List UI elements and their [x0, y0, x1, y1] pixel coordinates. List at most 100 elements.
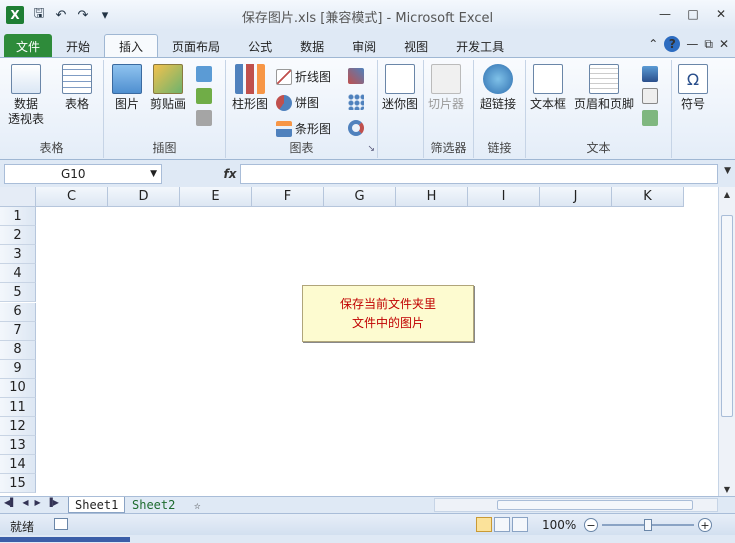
doc-restore-icon[interactable]: ⧉ — [704, 37, 713, 52]
insert-function-icon[interactable]: fx — [220, 164, 240, 184]
tab-developer[interactable]: 开发工具 — [442, 34, 518, 58]
minimize-icon[interactable]: — — [657, 6, 673, 22]
zoom-level[interactable]: 100% — [542, 518, 576, 532]
name-box-value: G10 — [61, 167, 86, 181]
group-symbols: Ω 符号 — [672, 60, 720, 158]
tab-home[interactable]: 开始 — [52, 34, 104, 58]
row-header[interactable]: 7 — [0, 321, 36, 341]
tab-file[interactable]: 文件 — [4, 34, 53, 58]
row-header[interactable]: 14 — [0, 455, 36, 475]
row-header[interactable]: 6 — [0, 302, 36, 322]
row-header[interactable]: 11 — [0, 398, 36, 418]
chevron-down-icon[interactable]: ▼ — [150, 169, 157, 179]
normal-view-icon[interactable] — [476, 517, 492, 532]
page-layout-view-icon[interactable] — [494, 517, 510, 532]
table-button[interactable]: 表格 — [62, 64, 92, 112]
smartart-button[interactable] — [196, 88, 212, 104]
wordart-button[interactable] — [642, 66, 658, 82]
hyperlink-button[interactable]: 超链接 — [480, 64, 516, 112]
vertical-scroll-thumb[interactable] — [721, 215, 733, 417]
scatter-chart-button[interactable] — [348, 94, 364, 110]
tab-review[interactable]: 审阅 — [338, 34, 390, 58]
hyperlink-label: 超链接 — [480, 97, 517, 111]
column-header[interactable]: D — [108, 187, 180, 207]
next-sheet-icon[interactable]: ▶ — [34, 498, 40, 507]
macro-record-icon[interactable] — [54, 518, 68, 530]
last-sheet-icon[interactable]: ▐▶ — [47, 498, 59, 507]
row-header[interactable]: 4 — [0, 264, 36, 284]
line-chart-button[interactable]: 折线图 — [276, 68, 331, 85]
row-header[interactable]: 1 — [0, 207, 36, 227]
tab-data[interactable]: 数据 — [286, 34, 338, 58]
column-header[interactable]: G — [324, 187, 396, 207]
zoom-out-icon[interactable]: − — [584, 518, 598, 532]
row-header[interactable]: 3 — [0, 245, 36, 265]
page-break-view-icon[interactable] — [512, 517, 528, 532]
zoom-slider-knob[interactable] — [644, 519, 652, 531]
help-icon[interactable]: ? — [664, 36, 681, 52]
row-header[interactable]: 13 — [0, 436, 36, 456]
first-sheet-icon[interactable]: ◀▌ — [4, 498, 16, 507]
prev-sheet-icon[interactable]: ◀ — [22, 498, 28, 507]
area-chart-button[interactable] — [348, 68, 364, 84]
formula-input[interactable] — [240, 164, 718, 184]
header-footer-button[interactable]: 页眉和页脚 — [574, 64, 634, 112]
column-header[interactable]: C — [36, 187, 108, 207]
zoom-slider[interactable] — [602, 519, 694, 531]
row-header[interactable]: 15 — [0, 474, 36, 494]
row-header[interactable]: 9 — [0, 359, 36, 379]
sheet-tab-sheet2[interactable]: Sheet2 — [126, 497, 181, 513]
scroll-up-icon[interactable]: ▲ — [719, 187, 735, 201]
signature-line-button[interactable] — [642, 88, 658, 104]
screenshot-button[interactable] — [196, 110, 212, 126]
name-box[interactable]: G10 ▼ — [4, 164, 162, 184]
textbox-button[interactable]: 文本框 — [530, 64, 566, 112]
close-icon[interactable]: ✕ — [713, 6, 729, 22]
row-header[interactable]: 2 — [0, 226, 36, 246]
picture-button[interactable]: 图片 — [112, 64, 142, 112]
column-chart-button[interactable]: 柱形图 — [232, 64, 268, 112]
scroll-down-icon[interactable]: ▼ — [719, 482, 735, 496]
row-header[interactable]: 10 — [0, 378, 36, 398]
vertical-scrollbar[interactable]: ▲ ▼ — [718, 187, 735, 496]
worksheet-grid[interactable]: CDEFGHIJK 1 2 3 4 5 6 7 8 9 10 11 12 13 14 15 保存当前文件夹里… — [0, 187, 735, 496]
other-charts-button[interactable] — [348, 120, 364, 136]
doc-minimize-icon[interactable]: — — [686, 37, 698, 51]
row-header[interactable]: 12 — [0, 417, 36, 437]
pivot-table-button[interactable]: 数据 透视表 — [8, 64, 44, 127]
zoom-in-icon[interactable]: + — [698, 518, 712, 532]
charts-dialog-launcher-icon[interactable]: ↘ — [367, 144, 375, 154]
doc-close-icon[interactable]: ✕ — [719, 37, 729, 51]
horizontal-scrollbar[interactable] — [434, 498, 718, 512]
sparkline-button[interactable]: 迷你图 — [382, 64, 418, 112]
maximize-icon[interactable]: □ — [685, 6, 701, 22]
column-header[interactable]: I — [468, 187, 540, 207]
tab-insert[interactable]: 插入 — [104, 34, 159, 58]
clipart-button[interactable]: 剪贴画 — [150, 64, 186, 112]
window-title: 保存图片.xls [兼容模式] - Microsoft Excel — [241, 11, 494, 26]
expand-formula-icon[interactable]: ▼ — [724, 166, 731, 176]
pie-chart-button[interactable]: 饼图 — [276, 94, 319, 111]
tab-formulas[interactable]: 公式 — [234, 34, 286, 58]
insert-sheet-icon[interactable]: ☆ — [188, 497, 207, 513]
select-all-corner[interactable] — [0, 187, 36, 207]
tab-view[interactable]: 视图 — [390, 34, 442, 58]
symbol-button[interactable]: Ω 符号 — [678, 64, 708, 112]
smartart-icon — [196, 88, 212, 104]
row-header[interactable]: 8 — [0, 340, 36, 360]
slicer-button[interactable]: 切片器 — [428, 64, 464, 112]
sheet-tab-sheet1[interactable]: Sheet1 — [68, 497, 126, 513]
save-pictures-macro-button[interactable]: 保存当前文件夹里 文件中的图片 — [302, 285, 474, 342]
shapes-button[interactable] — [196, 66, 212, 82]
column-header[interactable]: J — [540, 187, 612, 207]
object-button[interactable] — [642, 110, 658, 126]
tab-page-layout[interactable]: 页面布局 — [158, 34, 234, 58]
bar-chart-button[interactable]: 条形图 — [276, 120, 331, 137]
column-header[interactable]: F — [252, 187, 324, 207]
column-header[interactable]: E — [180, 187, 252, 207]
column-header[interactable]: K — [612, 187, 684, 207]
ribbon-collapse-icon[interactable]: ⌃ — [648, 37, 658, 51]
row-header[interactable]: 5 — [0, 283, 36, 303]
column-header[interactable]: H — [396, 187, 468, 207]
horizontal-scroll-thumb[interactable] — [497, 500, 693, 510]
